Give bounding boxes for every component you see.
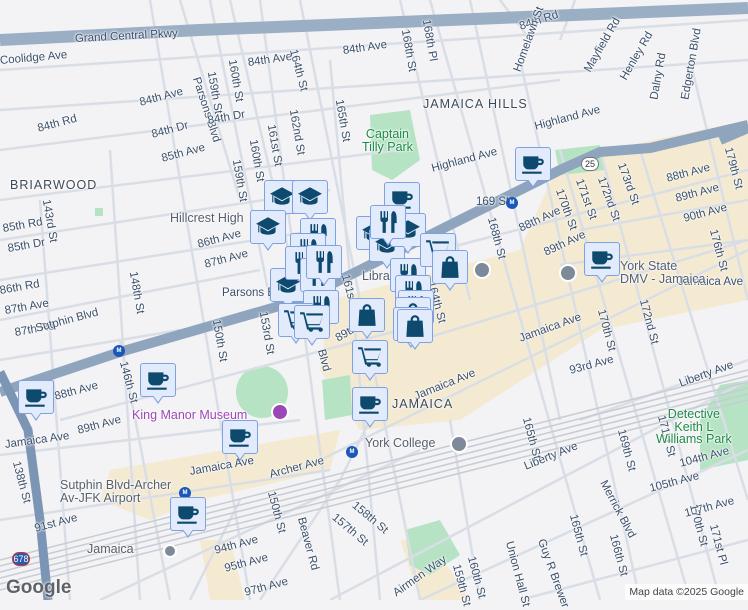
marker-pointer-fill (382, 236, 394, 244)
marker-pointer-fill (409, 340, 421, 348)
restaurant-icon (375, 209, 401, 235)
route-25-shield: 25 (581, 157, 599, 171)
marker-box (352, 387, 388, 421)
subway-station-icon[interactable]: M (346, 446, 358, 458)
bag-marker[interactable] (397, 309, 433, 353)
coffee-marker[interactable] (584, 242, 620, 286)
marker-box (349, 298, 385, 332)
marker-box (170, 497, 206, 531)
marker-box (370, 205, 406, 239)
coffee-icon (589, 246, 615, 272)
marker-pointer-fill (361, 329, 373, 337)
coffee-icon (357, 391, 383, 417)
interstate-678-shield: 678 (12, 552, 30, 566)
museum-icon[interactable] (271, 403, 289, 421)
neighborhood-label: JAMAICA HILLS (423, 97, 528, 111)
marker-box (584, 242, 620, 276)
bag-icon (437, 254, 463, 280)
marker-box (432, 250, 468, 284)
marker-pointer-fill (30, 411, 42, 419)
marker-box (18, 380, 54, 414)
coffee-marker[interactable] (222, 420, 258, 464)
cart-marker[interactable] (294, 305, 330, 349)
park-label: Captain Tilly Park (362, 127, 413, 154)
map-attribution[interactable]: Map data ©2025 Google (625, 584, 748, 600)
coffee-icon (520, 151, 546, 177)
coffee-marker[interactable] (170, 497, 206, 541)
marker-box (306, 245, 342, 279)
restaurant-marker[interactable] (370, 205, 406, 249)
marker-box (352, 340, 388, 374)
marker-pointer-fill (262, 241, 274, 249)
coffee-marker[interactable] (18, 380, 54, 424)
marker-box (397, 309, 433, 343)
subway-station-icon[interactable]: M (113, 345, 125, 357)
poi-label: Sutphin Blvd-Archer Av-JFK Airport (60, 478, 172, 505)
marker-pointer-fill (234, 451, 246, 459)
rail-station-icon[interactable] (163, 544, 177, 558)
coffee-icon (23, 384, 49, 410)
school-marker[interactable] (250, 210, 286, 254)
marker-box (294, 305, 330, 339)
coffee-marker[interactable] (140, 363, 176, 407)
marker-box (292, 180, 328, 214)
poi-label: York State DMV - Jamaica (620, 259, 706, 286)
poi-label: Jamaica (87, 542, 134, 556)
marker-pointer-fill (306, 336, 318, 344)
restaurant-marker[interactable] (306, 245, 342, 289)
dmv-icon[interactable] (559, 264, 577, 282)
street-label: 169 St (476, 196, 510, 208)
subway-station-icon[interactable]: M (506, 197, 518, 209)
school-icon (255, 214, 281, 240)
college-icon[interactable] (450, 435, 468, 453)
google-logo: Google (6, 577, 72, 598)
cart-icon (357, 344, 383, 370)
neighborhood-label: JAMAICA (392, 397, 454, 411)
coffee-marker[interactable] (352, 387, 388, 431)
coffee-marker[interactable] (515, 147, 551, 191)
coffee-icon (227, 424, 253, 450)
marker-pointer-fill (596, 273, 608, 281)
cart-marker[interactable] (352, 340, 388, 384)
poi-label: York College (365, 436, 436, 450)
marker-pointer-fill (364, 418, 376, 426)
marker-box (250, 210, 286, 244)
neighborhood-label: BRIARWOOD (10, 178, 98, 192)
marker-pointer-fill (444, 281, 456, 289)
marker-box (515, 147, 551, 181)
bag-marker[interactable] (349, 298, 385, 342)
cart-icon (299, 309, 325, 335)
restaurant-icon (311, 249, 337, 275)
marker-pointer-fill (527, 178, 539, 186)
park-label: Detective Keith L Williams Park (656, 407, 732, 446)
coffee-icon (145, 367, 171, 393)
coffee-icon (175, 501, 201, 527)
marker-pointer-fill (182, 528, 194, 536)
marker-pointer-fill (152, 394, 164, 402)
bag-icon (402, 313, 428, 339)
marker-box (140, 363, 176, 397)
library-icon[interactable] (473, 261, 491, 279)
marker-pointer-fill (364, 371, 376, 379)
bag-icon (354, 302, 380, 328)
school-icon (297, 184, 323, 210)
marker-box (222, 420, 258, 454)
marker-pointer-fill (318, 276, 330, 284)
bag-marker[interactable] (432, 250, 468, 294)
poi-label: Hillcrest High (170, 211, 244, 225)
